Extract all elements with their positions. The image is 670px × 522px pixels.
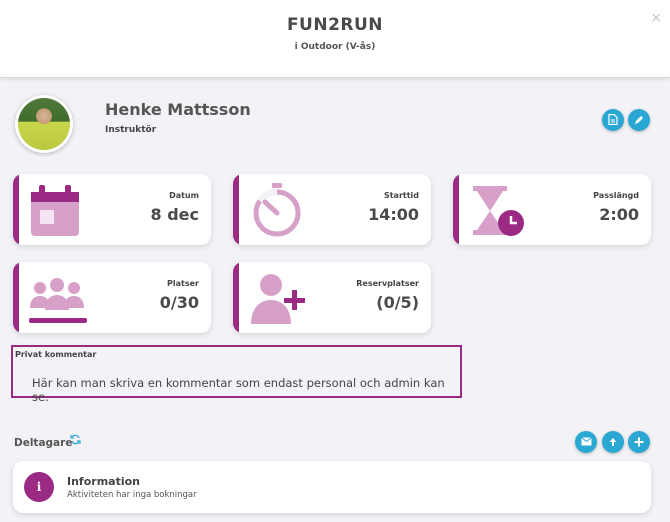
stat-label: Platser	[167, 279, 199, 288]
info-card: i Information Aktiviteten har inga bokni…	[13, 461, 651, 513]
add-user-icon	[251, 274, 305, 324]
plus-icon	[634, 437, 644, 447]
hourglass-icon	[473, 186, 524, 236]
stat-label: Reservplatser	[356, 279, 419, 288]
stat-card-duration: Passlängd 2:00	[453, 174, 651, 245]
close-button[interactable]: ×	[650, 10, 662, 26]
info-title: Information	[67, 475, 140, 488]
stat-card-places: Platser 0/30	[13, 262, 211, 333]
pencil-icon	[635, 116, 643, 124]
private-comment-text: Här kan man skriva en kommentar som enda…	[32, 376, 445, 404]
stat-value: 2:00	[599, 205, 639, 224]
participants-title: Deltagare	[14, 437, 73, 449]
activity-title: FUN2RUN	[286, 15, 384, 35]
private-comment-box[interactable]: Privat kommentar Här kan man skriva en k…	[11, 345, 462, 404]
instructor-name: Henke Mattsson	[105, 100, 251, 119]
group-icon	[29, 278, 87, 323]
mail-icon	[580, 437, 592, 446]
upload-button[interactable]	[602, 431, 624, 453]
avatar-photo	[18, 98, 70, 150]
stat-value: 14:00	[368, 205, 419, 224]
stat-value: 8 dec	[150, 205, 200, 224]
stat-value: 0/30	[159, 293, 199, 312]
stat-label: Passlängd	[593, 191, 639, 200]
timer-icon	[253, 183, 301, 237]
add-participant-button[interactable]	[628, 431, 650, 453]
stat-card-date: Datum 8 dec	[13, 174, 211, 245]
activity-location: i Outdoor (V-ås)	[294, 42, 376, 52]
stat-value: (0/5)	[376, 293, 419, 312]
stat-card-reserve: Reservplatser (0/5)	[233, 262, 431, 333]
stat-card-starttime: Starttid 14:00	[233, 174, 431, 245]
refresh-icon[interactable]	[70, 434, 81, 448]
instructor-role: Instruktör	[105, 125, 157, 135]
document-button[interactable]	[602, 109, 624, 131]
calendar-icon	[31, 185, 79, 236]
stat-label: Datum	[169, 191, 199, 200]
upload-icon	[609, 438, 617, 446]
avatar	[15, 95, 73, 153]
private-comment-label: Privat kommentar	[15, 350, 97, 359]
edit-button[interactable]	[628, 109, 650, 131]
document-icon	[608, 113, 618, 126]
mail-button[interactable]	[575, 431, 597, 453]
info-message: Aktiviteten har inga bokningar	[67, 490, 197, 500]
info-icon: i	[24, 472, 54, 502]
stat-label: Starttid	[383, 191, 419, 200]
modal-header: FUN2RUN i Outdoor (V-ås) ×	[0, 0, 670, 78]
